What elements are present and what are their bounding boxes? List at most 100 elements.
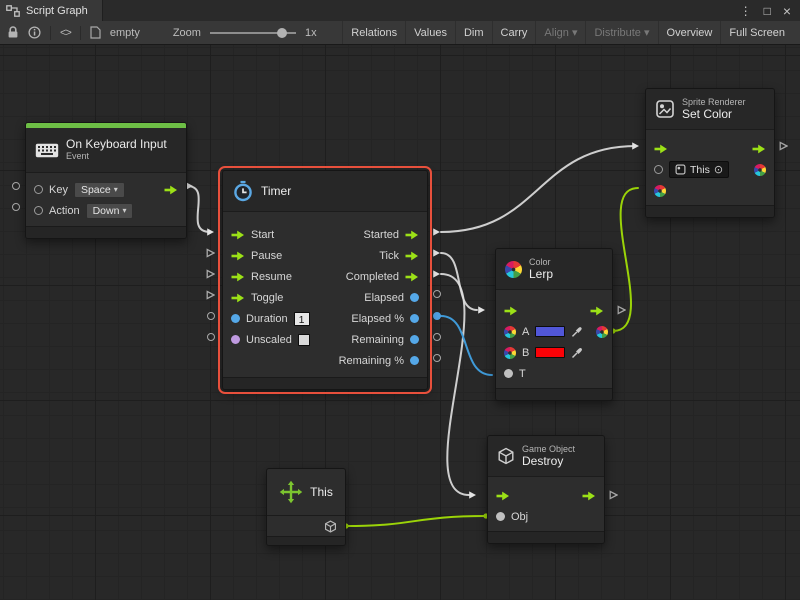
- dim-button[interactable]: Dim: [455, 21, 492, 44]
- obj-input-port[interactable]: [496, 512, 505, 521]
- node-destroy[interactable]: Game Object Destroy Obj: [487, 435, 605, 544]
- wire-completed-to-destroy[interactable]: [441, 274, 469, 495]
- tab-script-graph[interactable]: Script Graph: [0, 0, 103, 21]
- a-color-swatch[interactable]: [535, 326, 565, 337]
- node-this[interactable]: This: [266, 468, 346, 546]
- lerp-flow-in-marker[interactable]: [477, 305, 486, 315]
- toggle-flow-port[interactable]: [231, 293, 245, 303]
- close-icon[interactable]: ×: [783, 5, 791, 17]
- pause-flow-port[interactable]: [231, 251, 245, 261]
- color-input-port[interactable]: [654, 185, 666, 197]
- kebab-menu-icon[interactable]: ⋮: [740, 5, 752, 17]
- lock-icon[interactable]: [7, 26, 19, 39]
- timer-resume-marker[interactable]: [206, 269, 215, 279]
- node-footer: [223, 377, 427, 389]
- start-flow-port[interactable]: [231, 230, 245, 240]
- node-title: Destroy: [522, 455, 575, 468]
- eyedropper-icon[interactable]: [571, 325, 584, 338]
- flow-out-port[interactable]: [752, 144, 766, 154]
- color-output-port[interactable]: [754, 164, 766, 176]
- b-color-port[interactable]: [504, 347, 516, 359]
- port-label: Key: [49, 184, 68, 196]
- action-input-port[interactable]: [34, 206, 43, 215]
- wire-elapsedpct-to-lerp-t[interactable]: [441, 316, 492, 375]
- window-controls: ⋮ □ ×: [731, 0, 800, 21]
- gameobject-output-port[interactable]: [324, 520, 337, 533]
- wire-this-to-destroy-obj[interactable]: [346, 516, 486, 526]
- completed-flow-port[interactable]: [405, 272, 419, 282]
- timer-started-marker[interactable]: [432, 227, 441, 237]
- key-input-port[interactable]: [34, 185, 43, 194]
- port-label: Remaining: [351, 334, 404, 346]
- timer-remainingpct-marker[interactable]: [433, 354, 441, 362]
- action-port-marker[interactable]: [12, 203, 20, 211]
- zoom-slider-handle[interactable]: [277, 28, 287, 38]
- elapsed-pct-value-port[interactable]: [410, 314, 419, 323]
- node-color-lerp[interactable]: Color Lerp A: [495, 248, 613, 401]
- key-port-marker[interactable]: [12, 182, 20, 190]
- timer-elapsedpct-marker[interactable]: [433, 312, 441, 320]
- a-color-port[interactable]: [504, 326, 516, 338]
- b-color-swatch[interactable]: [535, 347, 565, 358]
- destroy-flow-out-marker[interactable]: [609, 490, 618, 500]
- setcolor-flow-in-marker[interactable]: [631, 141, 640, 151]
- wire-started-to-setcolor[interactable]: [441, 146, 636, 232]
- node-footer: [496, 388, 612, 400]
- overview-button[interactable]: Overview: [658, 21, 721, 44]
- code-icon[interactable]: <>: [60, 27, 71, 39]
- remaining-pct-value-port[interactable]: [410, 356, 419, 365]
- target-input-port[interactable]: [654, 165, 663, 174]
- graph-canvas[interactable]: On Keyboard Input Event Key Space ▾: [0, 45, 800, 600]
- unscaled-checkbox[interactable]: [298, 334, 310, 346]
- wire-tick-to-lerp[interactable]: [441, 253, 477, 310]
- timer-unscaled-marker[interactable]: [207, 333, 215, 341]
- timer-elapsed-marker[interactable]: [433, 290, 441, 298]
- flow-in-port[interactable]: [496, 491, 510, 501]
- timer-start-marker[interactable]: [206, 227, 215, 237]
- node-on-keyboard-input[interactable]: On Keyboard Input Event Key Space ▾: [25, 122, 187, 239]
- started-flow-port[interactable]: [405, 230, 419, 240]
- node-title: Timer: [261, 185, 291, 198]
- fullscreen-button[interactable]: Full Screen: [720, 21, 793, 44]
- tick-flow-port[interactable]: [405, 251, 419, 261]
- timer-pause-marker[interactable]: [206, 248, 215, 258]
- duration-value-port[interactable]: [231, 314, 240, 323]
- node-timer[interactable]: Timer Start Started Pause Tick Resume Co…: [222, 170, 428, 390]
- elapsed-value-port[interactable]: [410, 293, 419, 302]
- zoom-slider[interactable]: [210, 26, 296, 40]
- result-color-port[interactable]: [596, 326, 608, 338]
- distribute-button[interactable]: Distribute ▾: [585, 21, 657, 44]
- values-button[interactable]: Values: [405, 21, 455, 44]
- trigger-flow-port[interactable]: [164, 185, 178, 195]
- flow-out-port[interactable]: [582, 491, 596, 501]
- timer-completed-marker[interactable]: [432, 269, 441, 279]
- relations-button[interactable]: Relations: [342, 21, 405, 44]
- action-dropdown[interactable]: Down ▾: [86, 203, 134, 219]
- timer-toggle-marker[interactable]: [206, 290, 215, 300]
- align-button[interactable]: Align ▾: [535, 21, 585, 44]
- info-icon[interactable]: [28, 26, 41, 39]
- remaining-value-port[interactable]: [410, 335, 419, 344]
- timer-duration-marker[interactable]: [207, 312, 215, 320]
- node-set-color[interactable]: Sprite Renderer Set Color: [645, 88, 775, 218]
- wire-keyboard-to-timer-start[interactable]: [187, 186, 210, 232]
- timer-remaining-marker[interactable]: [433, 333, 441, 341]
- destroy-flow-in-marker[interactable]: [468, 490, 477, 500]
- flow-in-port[interactable]: [504, 306, 518, 316]
- lerp-flow-out-marker[interactable]: [617, 305, 626, 315]
- unscaled-value-port[interactable]: [231, 335, 240, 344]
- setcolor-flow-out-marker[interactable]: [779, 141, 788, 151]
- maximize-icon[interactable]: □: [764, 5, 771, 17]
- t-value-port[interactable]: [504, 369, 513, 378]
- duration-field[interactable]: 1: [294, 312, 310, 326]
- object-picker-icon[interactable]: ⊙: [714, 163, 723, 176]
- carry-button[interactable]: Carry: [492, 21, 536, 44]
- timer-tick-marker[interactable]: [432, 248, 441, 258]
- port-label: Toggle: [251, 292, 283, 304]
- resume-flow-port[interactable]: [231, 272, 245, 282]
- key-dropdown[interactable]: Space ▾: [74, 182, 125, 198]
- flow-out-port[interactable]: [590, 306, 604, 316]
- target-field[interactable]: This ⊙: [669, 161, 729, 178]
- flow-in-port[interactable]: [654, 144, 668, 154]
- eyedropper-icon[interactable]: [571, 346, 584, 359]
